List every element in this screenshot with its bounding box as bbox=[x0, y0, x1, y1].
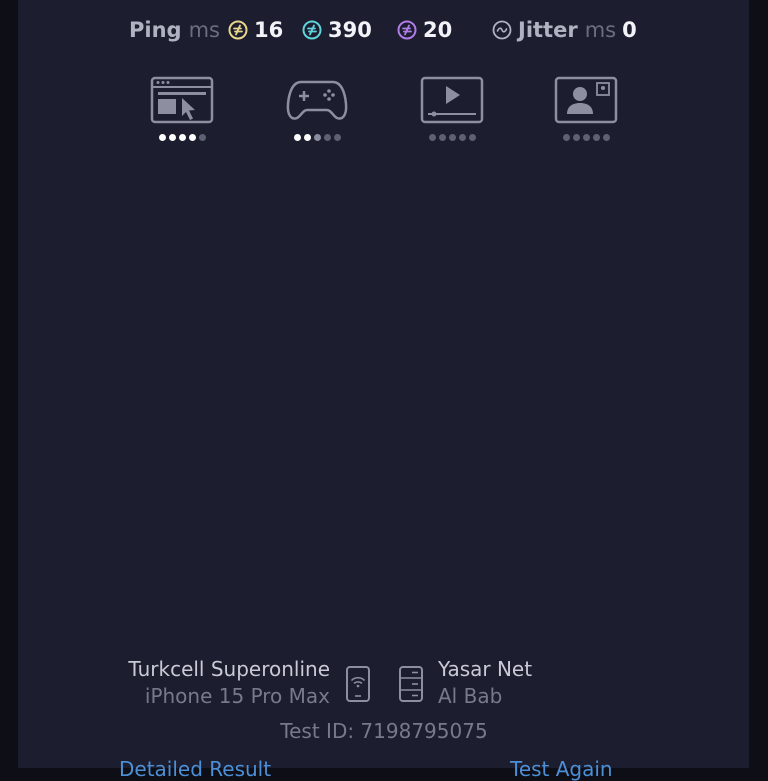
ping-unit: ms bbox=[188, 18, 220, 42]
upload-ping-icon bbox=[397, 20, 417, 40]
rating-dot bbox=[313, 134, 321, 141]
rating-dots bbox=[285, 134, 349, 141]
rating-dots bbox=[554, 134, 618, 141]
rating-dot bbox=[592, 134, 600, 141]
rating-dot bbox=[323, 134, 331, 141]
server-name: Yasar Net bbox=[438, 657, 533, 681]
upload-ping-value: 20 bbox=[423, 18, 453, 42]
rating-gaming bbox=[285, 76, 349, 146]
rating-web-browsing bbox=[150, 76, 214, 146]
ping-metric: Ping ms 16 bbox=[129, 14, 283, 46]
rating-video-chat bbox=[554, 76, 618, 146]
web-browsing-icon bbox=[150, 76, 214, 124]
rating-dot bbox=[428, 134, 436, 141]
gaming-icon bbox=[286, 80, 348, 120]
connection-info: Turkcell Superonline iPhone 15 Pro Max Y… bbox=[0, 657, 768, 717]
jitter-unit: ms bbox=[584, 18, 617, 42]
rating-dot bbox=[178, 134, 186, 141]
jitter-icon bbox=[492, 20, 512, 40]
video-chat-icon bbox=[554, 76, 618, 124]
device-name: iPhone 15 Pro Max bbox=[144, 684, 330, 708]
download-ping-icon bbox=[302, 20, 322, 40]
rating-dot bbox=[198, 134, 206, 141]
rating-dot bbox=[458, 134, 466, 141]
rating-dot bbox=[582, 134, 590, 141]
rating-dot bbox=[158, 134, 166, 141]
jitter-metric: Jitter ms 0 bbox=[492, 14, 637, 46]
results-panel bbox=[18, 0, 749, 768]
phone-icon bbox=[346, 666, 370, 702]
rating-dot bbox=[572, 134, 580, 141]
jitter-label: Jitter bbox=[518, 18, 578, 42]
idle-ping-icon bbox=[228, 20, 248, 40]
test-again-link[interactable]: Test Again bbox=[510, 757, 613, 781]
rating-dot bbox=[293, 134, 301, 141]
rating-dot bbox=[562, 134, 570, 141]
rating-dot bbox=[303, 134, 311, 141]
idle-ping-value: 16 bbox=[253, 18, 284, 42]
download-ping-metric: 390 bbox=[302, 14, 372, 46]
isp-name: Turkcell Superonline bbox=[128, 657, 330, 681]
rating-dot bbox=[468, 134, 476, 141]
ping-label: Ping bbox=[129, 18, 182, 42]
server-icon bbox=[399, 666, 423, 702]
upload-ping-metric: 20 bbox=[397, 14, 452, 46]
rating-dot bbox=[602, 134, 610, 141]
metrics-row: Ping ms 16 390 20 Jitter ms 0 bbox=[0, 14, 768, 46]
detailed-result-link[interactable]: Detailed Result bbox=[119, 757, 271, 781]
test-id: Test ID: 7198795075 bbox=[280, 719, 488, 743]
app-frame: Ping ms 16 390 20 Jitter ms 0 Turkcell S… bbox=[0, 0, 768, 781]
download-ping-value: 390 bbox=[328, 18, 372, 42]
rating-dots bbox=[420, 134, 484, 141]
video-streaming-icon bbox=[420, 76, 484, 124]
server-location: Al Bab bbox=[438, 684, 503, 708]
rating-dot bbox=[333, 134, 341, 141]
rating-dot bbox=[448, 134, 456, 141]
rating-dots bbox=[150, 134, 214, 141]
rating-dot bbox=[438, 134, 446, 141]
jitter-value: 0 bbox=[622, 18, 637, 42]
rating-video-streaming bbox=[420, 76, 484, 146]
rating-dot bbox=[168, 134, 176, 141]
rating-dot bbox=[188, 134, 196, 141]
